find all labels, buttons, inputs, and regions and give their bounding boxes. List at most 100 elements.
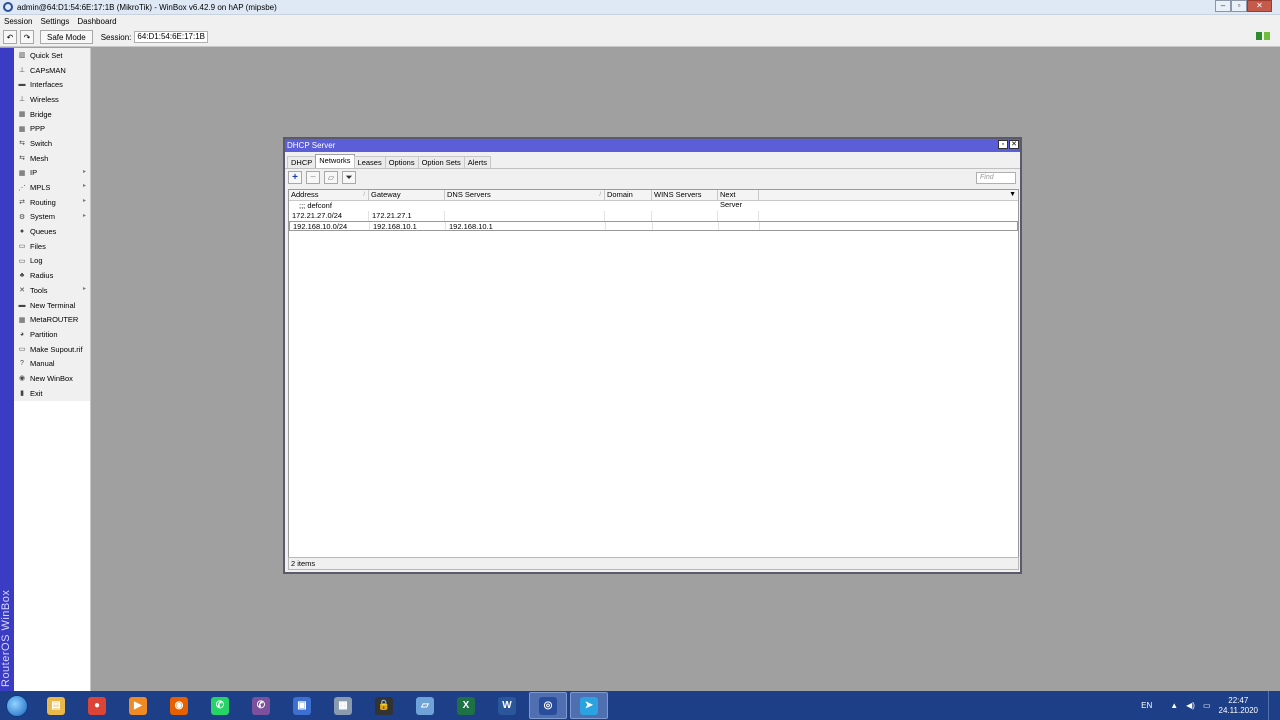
remove-button[interactable]: − <box>306 171 320 184</box>
tray-expand-icon[interactable]: ▲ <box>1170 701 1178 710</box>
maximize-button[interactable]: ▫ <box>1231 0 1247 12</box>
taskbar-app-button[interactable]: ▣ <box>283 692 321 719</box>
find-input[interactable]: Find <box>976 172 1016 184</box>
session-label: Session: <box>100 32 132 42</box>
sidebar-item-mesh[interactable]: ⇆ Mesh <box>14 151 90 166</box>
sidebar-item-ppp[interactable]: ▦ PPP <box>14 121 90 136</box>
taskbar-app-button[interactable]: ▤ <box>37 692 75 719</box>
language-indicator[interactable]: EN <box>1141 701 1152 710</box>
menu-session[interactable]: Session <box>0 17 36 26</box>
sidebar-item-manual[interactable]: ? Manual <box>14 356 90 371</box>
radius-icon: ♣ <box>19 272 25 280</box>
sidebar-item-interfaces[interactable]: ▬ Interfaces <box>14 77 90 92</box>
tab-options[interactable]: Options <box>384 156 419 168</box>
sidebar-item-metarouter[interactable]: ▦ MetaROUTER <box>14 312 90 327</box>
session-field[interactable]: 64:D1:54:6E:17:1B <box>134 31 208 43</box>
taskbar-app-button[interactable]: 🔒 <box>365 692 403 719</box>
close-button[interactable]: ✕ <box>1247 0 1272 12</box>
lock-app-icon: 🔒 <box>375 696 393 715</box>
window-title: admin@64:D1:54:6E:17:1B (MikroTik) - Win… <box>17 2 277 12</box>
sidebar-item-mpls[interactable]: ⋰ MPLS ▸ <box>14 180 90 195</box>
window-titlebar: admin@64:D1:54:6E:17:1B (MikroTik) - Win… <box>0 0 1280 15</box>
tab-dhcp[interactable]: DHCP <box>287 156 317 168</box>
sidebar-item-tools[interactable]: ✕ Tools ▸ <box>14 283 90 298</box>
tab-networks[interactable]: Networks <box>315 154 355 168</box>
sidebar-item-exit[interactable]: ▮ Exit <box>14 386 90 401</box>
sidebar-item-label: MetaROUTER <box>30 315 79 325</box>
column-header-domain[interactable]: Domain <box>605 190 652 200</box>
taskbar-app-button[interactable]: ◉ <box>160 692 198 719</box>
sidebar-item-new-terminal[interactable]: ▬ New Terminal <box>14 298 90 313</box>
sidebar-item-capsman[interactable]: ⊥ CAPsMAN <box>14 63 90 78</box>
cell-address: 192.168.10.0/24 <box>290 222 370 230</box>
telegram-icon: ➤ <box>580 696 598 715</box>
undo-button[interactable]: ↶ <box>3 30 17 44</box>
taskbar-app-button[interactable]: ✆ <box>242 692 280 719</box>
network-icon[interactable]: ▭ <box>1203 701 1211 710</box>
column-header-wins-servers[interactable]: WINS Servers <box>652 190 718 200</box>
sidebar-item-quick-set[interactable]: ▥ Quick Set <box>14 48 90 63</box>
brand-bar: RouterOS WinBox <box>0 48 14 691</box>
excel-icon: X <box>457 696 475 715</box>
column-header-dns-servers[interactable]: DNS Servers / <box>445 190 605 200</box>
filter-button[interactable]: ⏷ <box>342 171 356 184</box>
comment-icon: ▱ <box>327 173 335 182</box>
sidebar-item-make-supout-rif[interactable]: ▭ Make Supout.rif <box>14 342 90 357</box>
sidebar-item-bridge[interactable]: ▦ Bridge <box>14 107 90 122</box>
dhcp-window-titlebar[interactable]: DHCP Server ▫ ✕ <box>285 139 1020 152</box>
clock[interactable]: 22:47 24.11.2020 <box>1219 696 1258 716</box>
taskbar-app-button[interactable]: ● <box>78 692 116 719</box>
tab-alerts[interactable]: Alerts <box>463 156 491 168</box>
table-row[interactable]: 192.168.10.0/24 192.168.10.1 192.168.10.… <box>289 221 1018 231</box>
minimize-button[interactable]: – <box>1215 0 1231 12</box>
sidebar-item-system[interactable]: ⚙ System ▸ <box>14 210 90 225</box>
sidebar-item-routing[interactable]: ⇄ Routing ▸ <box>14 195 90 210</box>
taskbar-app-button[interactable]: ✆ <box>201 692 239 719</box>
sidebar-item-partition[interactable]: ◕ Partition <box>14 327 90 342</box>
column-header-gateway[interactable]: Gateway <box>369 190 445 200</box>
show-desktop-button[interactable] <box>1268 691 1280 720</box>
media-player-icon: ▶ <box>129 696 147 715</box>
sidebar-item-ip[interactable]: ▦ IP ▸ <box>14 166 90 181</box>
column-chooser-icon[interactable]: ▼ <box>1009 191 1016 198</box>
ppp-icon: ▦ <box>18 125 26 133</box>
sidebar-item-label: Exit <box>30 388 43 398</box>
comment-button[interactable]: ▱ <box>324 171 338 184</box>
sidebar-item-log[interactable]: ▭ Log <box>14 254 90 269</box>
tab-leases[interactable]: Leases <box>353 156 386 168</box>
sidebar-item-files[interactable]: ▭ Files <box>14 239 90 254</box>
volume-icon[interactable]: ◀) <box>1186 701 1195 710</box>
column-header-address[interactable]: Address / <box>289 190 369 200</box>
sidebar-item-queues[interactable]: ● Queues <box>14 224 90 239</box>
sidebar-item-label: PPP <box>30 124 46 134</box>
sidebar-item-label: Mesh <box>30 153 49 163</box>
taskbar-app-button[interactable]: X <box>447 692 485 719</box>
taskbar-app-button[interactable]: W <box>488 692 526 719</box>
redo-button[interactable]: ↷ <box>20 30 34 44</box>
sidebar-item-switch[interactable]: ⇆ Switch <box>14 136 90 151</box>
taskbar-app-button[interactable]: ◎ <box>529 692 567 719</box>
menu-dashboard[interactable]: Dashboard <box>73 17 120 26</box>
redo-icon: ↷ <box>23 32 31 42</box>
brand-text: RouterOS WinBox <box>0 589 12 687</box>
tab-option-sets[interactable]: Option Sets <box>417 156 465 168</box>
taskbar-app-button[interactable]: ▱ <box>406 692 444 719</box>
safe-mode-button[interactable]: Safe Mode <box>40 30 93 44</box>
taskbar-app-button[interactable]: ➤ <box>570 692 608 719</box>
taskbar-app-button[interactable]: ▦ <box>324 692 362 719</box>
taskbar-app-button[interactable]: ▶ <box>119 692 157 719</box>
submenu-arrow-icon: ▸ <box>82 183 86 190</box>
start-button[interactable] <box>0 691 34 720</box>
menubar: Session Settings Dashboard <box>0 15 1280 28</box>
menu-settings[interactable]: Settings <box>36 17 73 26</box>
sidebar-item-wireless[interactable]: ⊥ Wireless <box>14 92 90 107</box>
column-header-next-server[interactable]: Next Server <box>718 190 759 209</box>
dhcp-close-button[interactable]: ✕ <box>1009 140 1019 149</box>
cell-domain <box>605 211 652 221</box>
dhcp-maximize-button[interactable]: ▫ <box>998 140 1008 149</box>
add-button[interactable]: + <box>288 171 302 184</box>
terminal-icon: ▬ <box>18 301 26 309</box>
sidebar-item-new-winbox[interactable]: ◉ New WinBox <box>14 371 90 386</box>
sidebar-item-radius[interactable]: ♣ Radius <box>14 268 90 283</box>
table-row[interactable]: 172.21.27.0/24 172.21.27.1 <box>289 211 1018 221</box>
